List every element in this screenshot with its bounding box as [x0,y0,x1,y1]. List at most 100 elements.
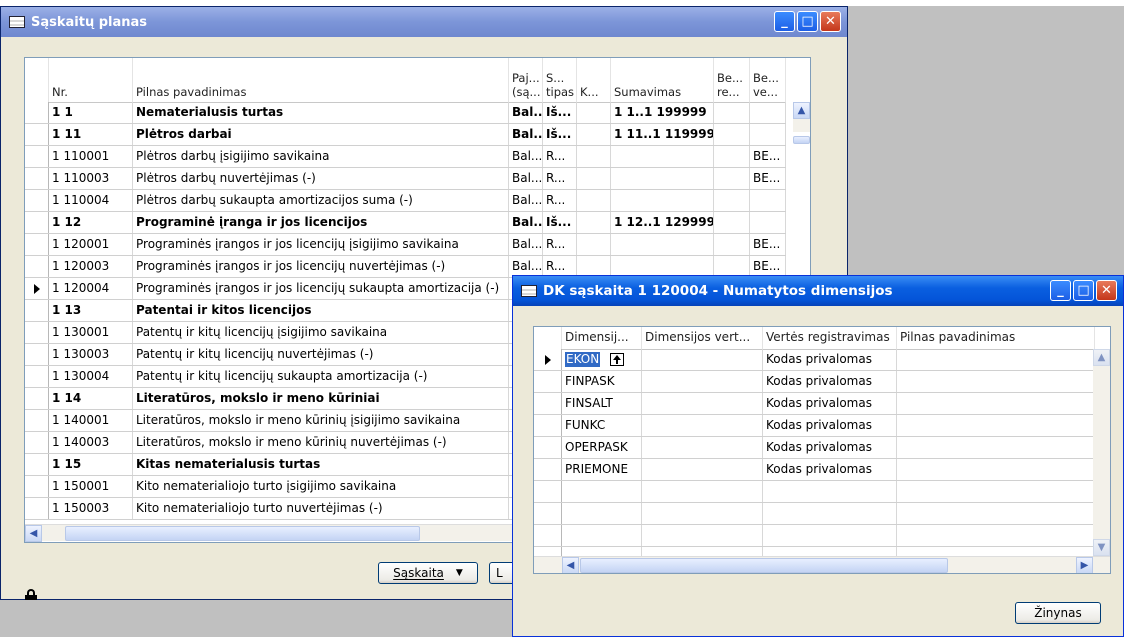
row-selector[interactable] [25,300,49,321]
cell-tipas[interactable]: Iš... [543,212,577,233]
cell-nr[interactable]: 1 130001 [49,322,133,343]
cell-nr[interactable]: 1 15 [49,454,133,475]
table-row[interactable]: EKON Kodas privalomas [534,349,1095,371]
maximize-button[interactable]: □ [1073,280,1094,301]
cell-reg[interactable] [763,525,897,546]
maximize-button[interactable]: □ [797,11,818,32]
cell-tipas[interactable]: R... [543,190,577,211]
cell-reg[interactable] [763,481,897,502]
row-selector[interactable] [25,212,49,233]
cell-name[interactable]: Patentų ir kitų licencijų įsigijimo savi… [133,322,509,343]
row-selector[interactable] [25,322,49,343]
row-selector[interactable] [534,393,562,414]
cell-name[interactable]: Patentų ir kitų licencijų nuvertėjimas (… [133,344,509,365]
cell-tipas[interactable]: Iš... [543,124,577,145]
close-button[interactable]: ✕ [1096,280,1117,301]
row-selector[interactable] [25,432,49,453]
cell-dim[interactable] [562,481,642,502]
cell-be1[interactable] [714,256,750,277]
cell-k[interactable] [577,146,611,167]
table-row[interactable]: 1 110003 Plėtros darbų nuvertėjimas (-) Ba… [25,168,786,190]
cell-tipas[interactable]: Iš... [543,102,577,123]
cell-dim[interactable]: EKON [562,349,642,370]
table-row[interactable]: 1 1Nematerialusis turtasBal...Iš... 1 1..… [25,102,786,124]
col-header-name[interactable]: Pilnas pavadinimas [133,58,509,102]
cell-nr[interactable]: 1 140003 [49,432,133,453]
scroll-up-arrow-icon[interactable]: ▲ [793,102,810,119]
row-selector[interactable] [534,481,562,502]
table-row[interactable]: FINPASK Kodas privalomas [534,371,1095,393]
cell-nr[interactable]: 1 110003 [49,168,133,189]
cell-tipas[interactable]: R... [543,234,577,255]
cell-reg[interactable]: Kodas privalomas [763,393,897,414]
row-selector[interactable] [534,437,562,458]
minimize-button[interactable]: _ [774,11,795,32]
cell-paj[interactable]: Bal... [509,212,543,233]
cell-val[interactable] [642,481,763,502]
cell-nr[interactable]: 1 150001 [49,476,133,497]
cell-be1[interactable] [714,190,750,211]
row-selector[interactable] [25,476,49,497]
cell-nr[interactable]: 1 12 [49,212,133,233]
scroll-left-arrow-icon[interactable]: ◀ [25,525,42,542]
cell-val[interactable] [642,437,763,458]
cell-name[interactable]: Plėtros darbai [133,124,509,145]
row-selector[interactable] [534,415,562,436]
row-selector[interactable] [25,454,49,475]
table-row[interactable] [534,525,1095,547]
cell-k[interactable] [577,124,611,145]
row-selector[interactable] [25,234,49,255]
cell-tipas[interactable]: R... [543,168,577,189]
table-row[interactable]: 1 110004 Plėtros darbų sukaupta amortizac… [25,190,786,212]
cell-sum[interactable]: 1 12..1 129999 [611,212,714,233]
cell-name[interactable]: Plėtros darbų nuvertėjimas (-) [133,168,509,189]
cell-name[interactable]: Literatūros, mokslo ir meno kūriniai [133,388,509,409]
row-selector[interactable] [25,388,49,409]
cell-sum[interactable] [611,256,714,277]
col-header-be-re[interactable]: Be... re... [714,58,750,102]
row-selector[interactable] [25,410,49,431]
vertical-scrollbar[interactable]: ▲ ▼ [1093,349,1110,556]
row-selector[interactable] [25,146,49,167]
cell-k[interactable] [577,168,611,189]
row-selector[interactable] [25,498,49,519]
title-bar[interactable]: Sąskaitų planas _ □ ✕ [1,7,847,37]
cell-sum[interactable]: 1 11..1 119999 [611,124,714,145]
table-row[interactable]: PRIEMONE Kodas privalomas [534,459,1095,481]
row-selector[interactable] [25,278,49,299]
cell-k[interactable] [577,190,611,211]
col-header-k[interactable]: K... [577,58,611,102]
cell-name[interactable]: Patentų ir kitų licencijų sukaupta amort… [133,366,509,387]
cell-nr[interactable]: 1 140001 [49,410,133,431]
cell-name[interactable] [897,459,1095,480]
cell-be1[interactable] [714,212,750,233]
cell-val[interactable] [642,459,763,480]
cell-be1[interactable] [714,146,750,167]
cell-name[interactable]: Nematerialusis turtas [133,102,509,123]
col-header-paj[interactable]: Paj... (są... [509,58,543,102]
cell-be2[interactable]: BE... [750,146,786,167]
cell-reg[interactable]: Kodas privalomas [763,459,897,480]
cell-tipas[interactable]: R... [543,256,577,277]
cell-be2[interactable]: BE... [750,256,786,277]
cell-k[interactable] [577,212,611,233]
table-row[interactable]: FUNKC Kodas privalomas [534,415,1095,437]
row-selector[interactable] [25,124,49,145]
cell-val[interactable] [642,371,763,392]
cell-val[interactable] [642,393,763,414]
cell-nr[interactable]: 1 14 [49,388,133,409]
cell-name[interactable]: Programinės įrangos ir jos licencijų įsi… [133,234,509,255]
row-selector[interactable] [534,503,562,524]
row-selector[interactable] [25,190,49,211]
account-menu-button[interactable]: Sąskaita ▼ [378,562,478,584]
cell-sum[interactable] [611,190,714,211]
cell-k[interactable] [577,102,611,123]
cell-reg[interactable]: Kodas privalomas [763,415,897,436]
cell-nr[interactable]: 1 150003 [49,498,133,519]
scroll-down-arrow-icon[interactable]: ▼ [1093,539,1110,556]
cell-name[interactable]: Kito nematerialiojo turto nuvertėjimas (… [133,498,509,519]
cell-nr[interactable]: 1 13 [49,300,133,321]
cell-val[interactable] [642,525,763,546]
row-selector[interactable] [25,256,49,277]
cell-dim[interactable]: FINSALT [562,393,642,414]
